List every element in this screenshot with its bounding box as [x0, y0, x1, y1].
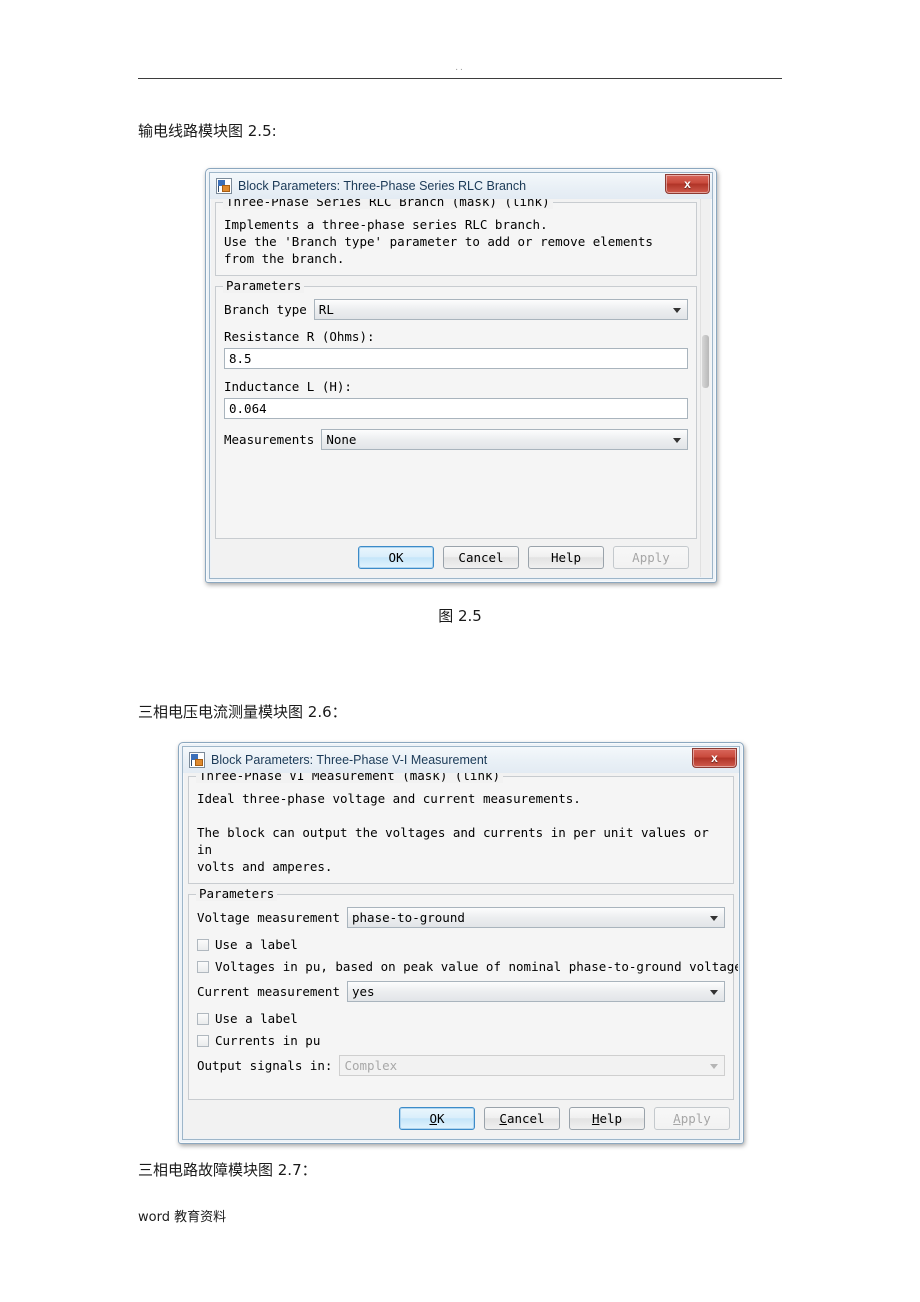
- inductance-input[interactable]: 0.064: [224, 398, 688, 419]
- chevron-down-icon: [710, 989, 718, 995]
- chevron-down-icon: [710, 915, 718, 921]
- close-icon-glyph: x: [711, 751, 718, 765]
- checkbox-icon[interactable]: [197, 1012, 209, 1025]
- help-button[interactable]: Help: [528, 546, 604, 569]
- description-group-title: Three-Phase VI Measurement (mask) (link): [196, 773, 504, 783]
- dialog-button-bar: OK Cancel Help Apply: [184, 1100, 738, 1138]
- help-button[interactable]: Help: [569, 1107, 645, 1130]
- parameters-group-title: Parameters: [196, 886, 278, 901]
- dialog-button-bar: OK Cancel Help Apply: [211, 539, 711, 577]
- caption-line-fig27-intro: 三相电路故障模块图 2.7：: [138, 1161, 317, 1179]
- voltage-measurement-label: Voltage measurement: [197, 910, 340, 925]
- voltage-measurement-value: phase-to-ground: [352, 910, 465, 925]
- titlebar[interactable]: Block Parameters: Three-Phase V-I Measur…: [183, 747, 739, 773]
- use-a-label-voltage-text: Use a label: [215, 937, 298, 952]
- measurements-value: None: [326, 432, 357, 447]
- chevron-down-icon: [673, 437, 681, 443]
- dialog-three-phase-series-rlc-branch[interactable]: Block Parameters: Three-Phase Series RLC…: [205, 168, 717, 583]
- apply-rest: pply: [680, 1111, 711, 1126]
- inductance-label: Inductance L (H):: [224, 379, 352, 394]
- description-group: Three-Phase Series RLC Branch (mask) (li…: [215, 199, 697, 276]
- dialog-inner: Block Parameters: Three-Phase Series RLC…: [209, 172, 713, 579]
- page-header-text: ..: [455, 62, 465, 73]
- scrollbar-thumb[interactable]: [702, 335, 709, 388]
- apply-button: Apply: [613, 546, 689, 569]
- help-rest: elp: [599, 1111, 623, 1126]
- titlebar[interactable]: Block Parameters: Three-Phase Series RLC…: [210, 173, 712, 199]
- vertical-scrollbar[interactable]: [700, 199, 710, 577]
- cancel-button[interactable]: Cancel: [443, 546, 519, 569]
- page-footer: word 教育资料: [138, 1210, 227, 1225]
- apply-button: Apply: [654, 1107, 730, 1130]
- caption-line-fig25-intro: 输电线路模块图 2.5:: [138, 122, 277, 140]
- branch-type-value: RL: [318, 302, 334, 317]
- measurements-label: Measurements: [224, 432, 315, 447]
- description-text: Implements a three-phase series RLC bran…: [224, 217, 653, 266]
- field-voltage-measurement: Voltage measurement phase-to-ground: [197, 907, 725, 928]
- checkbox-icon[interactable]: [197, 1034, 209, 1047]
- description-text: Ideal three-phase voltage and current me…: [197, 791, 709, 874]
- checkbox-currents-in-pu[interactable]: Currents in pu: [197, 1033, 725, 1048]
- checkbox-voltages-in-pu[interactable]: Voltages in pu, based on peak value of n…: [197, 959, 738, 974]
- chevron-down-icon: [673, 307, 681, 313]
- checkbox-icon[interactable]: [197, 938, 209, 951]
- resistance-label: Resistance R (Ohms):: [224, 329, 375, 344]
- parameters-group: Parameters Branch type RL Resistance R (…: [215, 278, 697, 539]
- voltage-measurement-select[interactable]: phase-to-ground: [347, 907, 725, 928]
- chevron-down-icon: [710, 1063, 718, 1069]
- field-output-signals: Output signals in: Complex: [197, 1055, 725, 1076]
- checkbox-use-a-label-voltage[interactable]: Use a label: [197, 937, 725, 952]
- current-measurement-value: yes: [352, 984, 375, 999]
- output-signals-value: Complex: [344, 1058, 398, 1073]
- checkbox-use-a-label-current[interactable]: Use a label: [197, 1011, 725, 1026]
- dialog-body: Three-Phase VI Measurement (mask) (link)…: [184, 773, 738, 1138]
- dialog-title: Block Parameters: Three-Phase Series RLC…: [238, 179, 527, 193]
- description-group-title: Three-Phase Series RLC Branch (mask) (li…: [223, 199, 553, 209]
- page-header-rule: [138, 78, 782, 79]
- dialog-title: Block Parameters: Three-Phase V-I Measur…: [211, 753, 488, 767]
- ok-button[interactable]: OK: [358, 546, 434, 569]
- simulink-block-icon: [216, 178, 232, 194]
- field-measurements: Measurements None: [224, 429, 688, 450]
- output-signals-label: Output signals in:: [197, 1058, 333, 1073]
- inductance-value: 0.064: [229, 401, 267, 416]
- cancel-rest: ancel: [506, 1111, 545, 1126]
- parameters-group-title: Parameters: [223, 278, 305, 293]
- simulink-block-icon: [189, 752, 205, 768]
- figure-caption-25: 图 2.5: [438, 607, 482, 625]
- close-icon[interactable]: x: [665, 174, 710, 194]
- resistance-input[interactable]: 8.5: [224, 348, 688, 369]
- apply-mnemonic: A: [673, 1111, 681, 1126]
- page-header: ..: [138, 62, 782, 79]
- cancel-button[interactable]: Cancel: [484, 1107, 560, 1130]
- ok-mnemonic: O: [429, 1111, 437, 1126]
- ok-button[interactable]: OK: [399, 1107, 475, 1130]
- ok-rest: K: [437, 1111, 445, 1126]
- dialog-body: Three-Phase Series RLC Branch (mask) (li…: [211, 199, 711, 577]
- field-current-measurement: Current measurement yes: [197, 981, 725, 1002]
- branch-type-select[interactable]: RL: [313, 299, 688, 320]
- resistance-value: 8.5: [229, 351, 252, 366]
- dialog-three-phase-vi-measurement[interactable]: Block Parameters: Three-Phase V-I Measur…: [178, 742, 744, 1144]
- close-icon-glyph: x: [684, 177, 691, 191]
- output-signals-select: Complex: [339, 1055, 725, 1076]
- caption-line-fig26-intro: 三相电压电流测量模块图 2.6：: [138, 703, 347, 721]
- branch-type-label: Branch type: [224, 302, 307, 317]
- use-a-label-current-text: Use a label: [215, 1011, 298, 1026]
- current-measurement-select[interactable]: yes: [347, 981, 725, 1002]
- field-branch-type: Branch type RL: [224, 299, 688, 320]
- dialog-inner: Block Parameters: Three-Phase V-I Measur…: [182, 746, 740, 1140]
- checkbox-icon[interactable]: [197, 960, 209, 973]
- parameters-group: Parameters Voltage measurement phase-to-…: [188, 886, 738, 1100]
- voltages-in-pu-text: Voltages in pu, based on peak value of n…: [215, 959, 738, 974]
- measurements-select[interactable]: None: [321, 429, 688, 450]
- close-icon[interactable]: x: [692, 748, 737, 768]
- description-group: Three-Phase VI Measurement (mask) (link)…: [188, 773, 734, 884]
- current-measurement-label: Current measurement: [197, 984, 340, 999]
- currents-in-pu-text: Currents in pu: [215, 1033, 321, 1048]
- cancel-mnemonic: C: [499, 1111, 507, 1126]
